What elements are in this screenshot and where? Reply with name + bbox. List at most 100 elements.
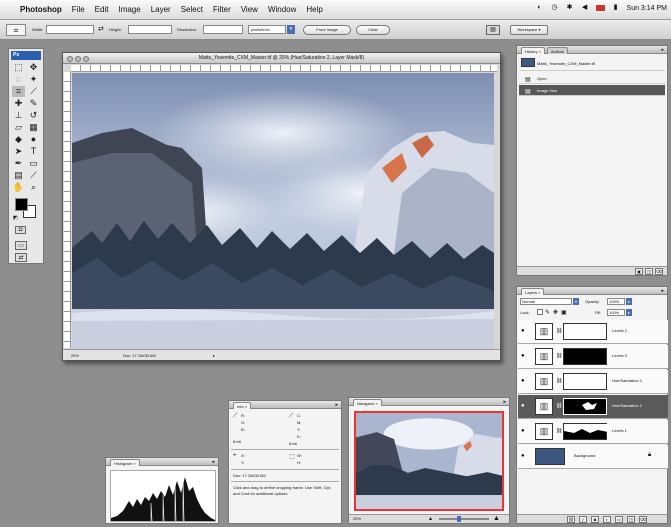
crop-tool-preset-icon[interactable]: ⌗	[6, 24, 26, 36]
volume-icon[interactable]: ◀	[581, 4, 589, 12]
zoom-out-icon[interactable]: ▴	[429, 515, 432, 522]
document-title-bar[interactable]: Matts_Yosemite_CXM_Master.tif @ 25% (Hue…	[63, 53, 500, 64]
layer-row-hue-saturation-2[interactable]: ● ▥ ⛓ Hue/Saturation 2	[518, 395, 668, 419]
healing-brush-tool-icon[interactable]: ✚	[12, 98, 25, 109]
history-menu-icon[interactable]: ▸	[661, 47, 664, 53]
info-menu-icon[interactable]: ▸	[335, 402, 338, 408]
delete-layer-icon[interactable]: ⌫	[639, 516, 647, 523]
lock-all-icon[interactable]: ▣	[561, 309, 567, 316]
opacity-slider-icon[interactable]: ▸	[626, 298, 632, 305]
new-adjustment-layer-icon[interactable]: ◐	[603, 516, 611, 523]
dodge-tool-icon[interactable]: ●	[27, 134, 40, 145]
menu-view[interactable]: View	[241, 5, 258, 14]
clock[interactable]: Sun 3:14 PM	[627, 5, 667, 12]
layer-mask-thumbnail[interactable]	[563, 323, 607, 340]
add-mask-icon[interactable]: ◙	[591, 516, 599, 523]
navigator-preview[interactable]	[354, 411, 504, 511]
width-field[interactable]	[46, 25, 94, 34]
delete-state-icon[interactable]: ⌫	[655, 268, 663, 275]
layer-row-background[interactable]: ● Background 🔒︎	[518, 445, 668, 469]
workspace-button[interactable]: Workspace ▾	[510, 25, 548, 35]
resolution-field[interactable]	[203, 25, 243, 34]
tab-info[interactable]: Info ×	[233, 402, 252, 409]
tab-histogram[interactable]: Histogram ×	[110, 459, 140, 466]
new-layer-icon[interactable]: ◳	[627, 516, 635, 523]
history-item-image-size[interactable]: ▤ Image Size	[519, 85, 665, 96]
fill-field[interactable]: 100%	[607, 309, 625, 316]
zoom-tool-icon[interactable]: ⌕	[27, 182, 40, 193]
blend-mode-select[interactable]: Normal	[520, 298, 572, 305]
blend-mode-dropdown-icon[interactable]: ▾	[573, 298, 579, 305]
pen-tool-icon[interactable]: ✒	[12, 158, 25, 169]
tab-actions[interactable]: Actions	[547, 47, 569, 54]
history-snapshot[interactable]: Matts_Yosemite_CXM_Master.tif	[519, 57, 665, 71]
link-chain-icon[interactable]: ⛓	[556, 378, 562, 386]
new-document-from-state-icon[interactable]: ▣	[635, 268, 643, 275]
history-item-open[interactable]: ▤ Open	[519, 73, 665, 84]
minimize-window-button[interactable]	[75, 56, 81, 62]
layer-row-levels-1[interactable]: ● ▥ ⛓ Levels 1	[518, 420, 668, 444]
lock-paint-icon[interactable]: ✎	[545, 309, 550, 316]
clear-button[interactable]: Clear	[356, 25, 390, 35]
visibility-eye-icon[interactable]: ●	[521, 378, 527, 384]
blur-tool-icon[interactable]: ◆	[12, 134, 25, 145]
eyedropper-tool-icon[interactable]: ⟋	[27, 170, 40, 181]
visibility-eye-icon[interactable]: ●	[521, 328, 527, 334]
battery-icon[interactable]: ▮	[612, 4, 620, 12]
layers-menu-icon[interactable]: ▸	[661, 288, 664, 294]
layer-mask-thumbnail[interactable]	[563, 373, 607, 390]
tab-navigator[interactable]: Navigator ×	[353, 399, 382, 406]
shape-tool-icon[interactable]: ▭	[27, 158, 40, 169]
link-layers-icon[interactable]: ⛓	[567, 516, 575, 523]
zoom-in-icon[interactable]: ▲	[493, 515, 500, 522]
menu-app[interactable]: Photoshop	[20, 5, 62, 14]
zoom-window-button[interactable]	[83, 56, 89, 62]
photoshop-logo[interactable]: Ps	[11, 51, 41, 60]
vertical-ruler[interactable]	[64, 72, 71, 348]
navigator-zoom[interactable]: 25%	[353, 516, 361, 521]
link-chain-icon[interactable]: ⛓	[556, 328, 562, 336]
palette-well-icon[interactable]: ▤	[486, 25, 500, 35]
zoom-slider[interactable]	[439, 518, 489, 520]
clone-stamp-tool-icon[interactable]: ⊥	[12, 110, 25, 121]
slice-tool-icon[interactable]: ⟋	[27, 86, 40, 97]
layer-row-hue-saturation-1[interactable]: ● ▥ ⛓ Hue/Saturation 1	[518, 370, 668, 394]
layer-row-levels-2[interactable]: ● ▥ ⛓ Levels 2	[518, 320, 668, 344]
link-chain-icon[interactable]: ⛓	[556, 428, 562, 436]
path-selection-tool-icon[interactable]: ➤	[12, 146, 25, 157]
menu-image[interactable]: Image	[118, 5, 140, 14]
document-size[interactable]: Doc: 17.2M/33.6M	[123, 350, 156, 361]
image-canvas[interactable]	[72, 73, 494, 349]
close-window-button[interactable]	[67, 56, 73, 62]
layer-mask-thumbnail[interactable]	[563, 423, 608, 440]
unit-dropdown-icon[interactable]: ▾	[287, 25, 295, 34]
fill-slider-icon[interactable]: ▸	[626, 309, 632, 316]
crop-tool-icon[interactable]: ⌗	[12, 86, 25, 97]
menu-edit[interactable]: Edit	[95, 5, 109, 14]
swap-icon[interactable]: ⇄	[98, 25, 104, 33]
imageready-icon[interactable]: ⇄	[15, 253, 27, 262]
menu-window[interactable]: Window	[268, 5, 296, 14]
menu-select[interactable]: Select	[181, 5, 203, 14]
tab-layers[interactable]: Layers ×	[521, 288, 545, 295]
marquee-tool-icon[interactable]: ⬚	[12, 62, 25, 73]
visibility-eye-icon[interactable]: ●	[521, 353, 527, 359]
tab-history[interactable]: History ×	[521, 47, 545, 54]
quick-mask-icon[interactable]: ◘	[15, 226, 26, 234]
zoom-level[interactable]: 25%	[71, 350, 79, 361]
resolution-unit-select[interactable]: pixels/inch	[248, 25, 286, 34]
layer-mask-thumbnail[interactable]	[563, 348, 607, 365]
foreground-color-swatch[interactable]	[15, 198, 28, 211]
menu-layer[interactable]: Layer	[151, 5, 171, 14]
menu-filter[interactable]: Filter	[213, 5, 231, 14]
sync-icon[interactable]: ◐	[536, 4, 544, 12]
status-menu-icon[interactable]: ▸	[213, 350, 215, 361]
front-image-button[interactable]: Front Image	[303, 25, 351, 35]
layer-row-levels-3[interactable]: ● ▥ ⛓ Levels 3	[518, 345, 668, 369]
screen-mode-icon[interactable]: ▭	[15, 241, 27, 250]
brush-tool-icon[interactable]: ✎	[27, 98, 40, 109]
default-colors-icon[interactable]: ◩	[13, 215, 18, 221]
new-snapshot-icon[interactable]: ◳	[645, 268, 653, 275]
histogram-menu-icon[interactable]: ▸	[212, 459, 215, 465]
lock-transparency-icon[interactable]	[537, 309, 543, 315]
